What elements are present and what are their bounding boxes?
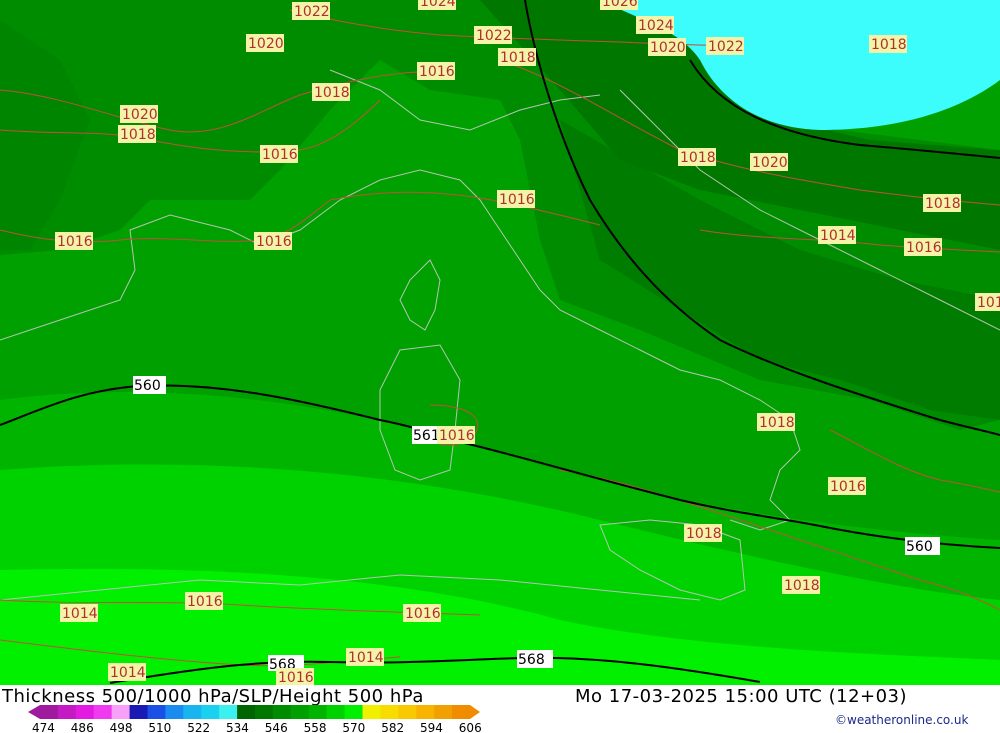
pressure-label: 1016 [278, 670, 314, 685]
footer: Thickness 500/1000 hPa/SLP/Height 500 hP… [0, 685, 1000, 733]
pressure-label: 1018 [500, 50, 536, 66]
scale-swatch [93, 705, 113, 719]
pressure-label: 1024 [420, 0, 456, 10]
scale-swatch [237, 705, 256, 719]
pressure-label: 1016 [830, 479, 866, 495]
scale-swatch [219, 705, 238, 719]
pressure-label: 1018 [925, 196, 961, 212]
pressure-label: 1020 [650, 40, 686, 56]
scale-tick-label: 510 [148, 721, 171, 733]
pressure-label: 1016 [405, 606, 441, 622]
scale-tick-label: 546 [265, 721, 288, 733]
scale-swatch [452, 705, 471, 719]
scale-swatch [147, 705, 166, 719]
pressure-label: 1018 [680, 150, 716, 166]
scale-swatch [344, 705, 363, 719]
color-scale: 474 486 498 510 522 534 546 558 570 582 594 606 [28, 705, 482, 733]
scale-swatch [255, 705, 274, 719]
pressure-label: 1016 [187, 594, 223, 610]
scale-swatch [57, 705, 77, 719]
height-label: 560 [906, 539, 933, 555]
scale-swatch [129, 705, 148, 719]
scale-tick-label: 606 [459, 721, 482, 733]
pressure-label: 1016 [262, 147, 298, 163]
credit-link[interactable]: ©weatheronline.co.uk [835, 713, 968, 727]
pressure-label: 1016 [57, 234, 93, 250]
pressure-label: 1020 [122, 107, 158, 123]
scale-swatch [398, 705, 417, 719]
pressure-label: 1018 [977, 295, 1000, 311]
scale-swatch [362, 705, 381, 719]
pressure-label: 1018 [784, 578, 820, 594]
map-title: Thickness 500/1000 hPa/SLP/Height 500 hP… [2, 686, 424, 707]
scale-tick-label: 474 [32, 721, 55, 733]
pressure-label: 1016 [906, 240, 942, 256]
height-label: 568 [518, 652, 545, 668]
scale-tick-label: 534 [226, 721, 249, 733]
pressure-label: 1026 [602, 0, 638, 10]
valid-time: Mo 17-03-2025 15:00 UTC (12+03) [575, 686, 908, 707]
weather-map: 560 561 560 568 568 1022 1024 1026 1024 1020… [0, 0, 1000, 686]
scale-swatch [75, 705, 95, 719]
pressure-label: 1020 [752, 155, 788, 171]
pressure-label: 1018 [314, 85, 350, 101]
scale-tick-label: 570 [342, 721, 365, 733]
scale-swatch [326, 705, 346, 719]
pressure-label: 1014 [62, 606, 98, 622]
pressure-label: 1024 [638, 18, 674, 34]
scale-swatch [111, 705, 131, 719]
scale-tick-label: 498 [110, 721, 133, 733]
pressure-label: 1022 [708, 39, 744, 55]
pressure-label: 1018 [686, 526, 722, 542]
scale-tick-label: 486 [71, 721, 94, 733]
pressure-label: 1016 [499, 192, 535, 208]
pressure-label: 1018 [871, 37, 907, 53]
scale-swatch [308, 705, 328, 719]
scale-swatch [380, 705, 399, 719]
scale-swatch [165, 705, 184, 719]
pressure-label: 1016 [439, 428, 475, 444]
pressure-label: 1018 [120, 127, 156, 143]
scale-swatch [416, 705, 435, 719]
pressure-label: 1014 [820, 228, 856, 244]
scale-swatch [290, 705, 310, 719]
scale-tick-label: 522 [187, 721, 210, 733]
pressure-label: 1018 [759, 415, 795, 431]
pressure-label: 1014 [110, 665, 146, 681]
scale-swatch [183, 705, 202, 719]
scale-tick-label: 594 [420, 721, 443, 733]
height-label: 561 [413, 428, 440, 444]
scale-arrow-left [28, 705, 40, 719]
pressure-label: 1014 [348, 650, 384, 666]
scale-tick-label: 582 [381, 721, 404, 733]
pressure-label: 1022 [294, 4, 330, 20]
pressure-label: 1016 [419, 64, 455, 80]
pressure-label: 1020 [248, 36, 284, 52]
scale-swatch [272, 705, 292, 719]
pressure-label: 1022 [476, 28, 512, 44]
scale-swatch [434, 705, 453, 719]
scale-tick-label: 558 [304, 721, 327, 733]
scale-swatch [201, 705, 220, 719]
height-label: 560 [134, 378, 161, 394]
scale-arrow-right [470, 705, 480, 719]
scale-swatch [40, 705, 59, 719]
pressure-label: 1016 [256, 234, 292, 250]
